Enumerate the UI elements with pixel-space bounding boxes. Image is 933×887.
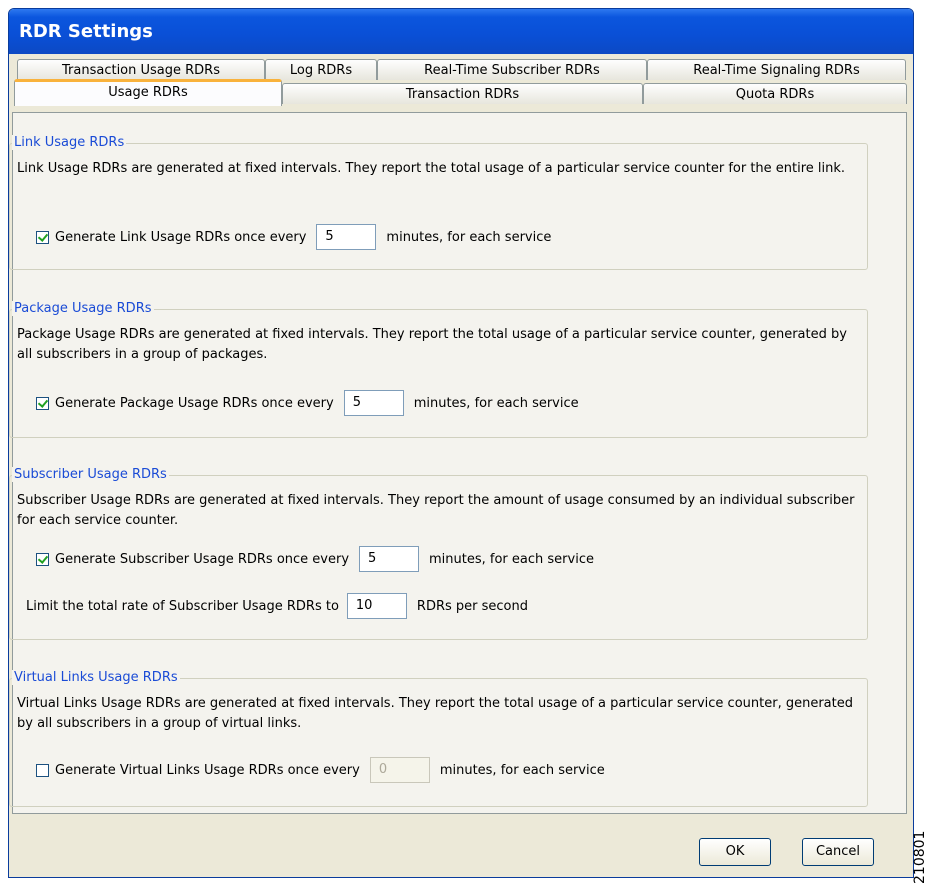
dialog-title: RDR Settings <box>19 21 153 42</box>
cancel-button-label: Cancel <box>815 844 861 859</box>
tab-usage-rdrs[interactable]: Usage RDRs <box>14 79 282 106</box>
package-usage-legend: Package Usage RDRs <box>12 301 154 316</box>
tab-quota-rdrs[interactable]: Quota RDRs <box>643 83 907 104</box>
package-usage-row: Generate Package Usage RDRs once every 5… <box>36 390 579 416</box>
virtual-links-usage-checkbox[interactable] <box>36 763 49 777</box>
dialog-title-bar[interactable]: RDR Settings <box>9 9 913 54</box>
subscriber-usage-checkbox-label[interactable]: Generate Subscriber Usage RDRs once ever… <box>55 552 349 567</box>
virtual-links-usage-row: Generate Virtual Links Usage RDRs once e… <box>36 757 605 783</box>
package-usage-checkbox[interactable] <box>36 396 49 410</box>
link-usage-legend: Link Usage RDRs <box>12 135 127 150</box>
tab-real-time-signaling-rdrs[interactable]: Real-Time Signaling RDRs <box>647 59 906 80</box>
subscriber-rate-label: Limit the total rate of Subscriber Usage… <box>26 598 339 614</box>
link-usage-group: Link Usage RDRs Link Usage RDRs are gene… <box>9 135 868 270</box>
subscriber-usage-suffix: minutes, for each service <box>429 551 594 567</box>
subscriber-rate-input[interactable]: 10 <box>346 593 407 619</box>
tab-strip: Transaction Usage RDRs Log RDRs Real-Tim… <box>9 54 913 114</box>
virtual-links-usage-description: Virtual Links Usage RDRs are generated a… <box>17 696 853 731</box>
subscriber-usage-row: Generate Subscriber Usage RDRs once ever… <box>36 546 594 572</box>
subscriber-rate-suffix: RDRs per second <box>416 598 528 614</box>
subscriber-usage-checkbox[interactable] <box>36 552 49 566</box>
package-usage-interval-input[interactable]: 5 <box>343 390 404 416</box>
subscriber-usage-interval-input[interactable]: 5 <box>359 546 420 572</box>
package-usage-group: Package Usage RDRs Package Usage RDRs ar… <box>9 301 868 438</box>
cancel-button[interactable]: Cancel <box>802 838 874 866</box>
virtual-links-usage-interval-input: 0 <box>369 757 430 783</box>
tab-log-rdrs[interactable]: Log RDRs <box>265 59 377 80</box>
link-usage-interval-input[interactable]: 5 <box>316 224 377 250</box>
usage-rdrs-panel: Link Usage RDRs Link Usage RDRs are gene… <box>9 112 907 814</box>
link-usage-row: Generate Link Usage RDRs once every 5 mi… <box>36 224 551 250</box>
link-usage-suffix: minutes, for each service <box>386 229 552 245</box>
subscriber-rate-row: Limit the total rate of Subscriber Usage… <box>26 593 528 619</box>
package-usage-description: Package Usage RDRs are generated at fixe… <box>17 327 847 362</box>
tab-real-time-subscriber-rdrs[interactable]: Real-Time Subscriber RDRs <box>377 59 647 80</box>
package-usage-suffix: minutes, for each service <box>413 395 579 411</box>
virtual-links-usage-group: Virtual Links Usage RDRs Virtual Links U… <box>9 670 868 807</box>
figure-number: 210801 <box>912 830 928 884</box>
subscriber-usage-description: Subscriber Usage RDRs are generated at f… <box>17 493 855 528</box>
package-usage-checkbox-label[interactable]: Generate Package Usage RDRs once every <box>55 396 334 411</box>
virtual-links-usage-suffix: minutes, for each service <box>439 762 605 778</box>
tab-transaction-rdrs[interactable]: Transaction RDRs <box>282 83 643 104</box>
subscriber-usage-legend: Subscriber Usage RDRs <box>12 467 169 482</box>
link-usage-description: Link Usage RDRs are generated at fixed i… <box>17 161 846 176</box>
rdr-settings-dialog: RDR Settings Transaction Usage RDRs Log … <box>8 8 914 878</box>
link-usage-checkbox-label[interactable]: Generate Link Usage RDRs once every <box>55 230 306 245</box>
ok-button[interactable]: OK <box>699 838 771 866</box>
virtual-links-usage-legend: Virtual Links Usage RDRs <box>12 670 180 685</box>
ok-button-label: OK <box>725 844 745 859</box>
link-usage-checkbox[interactable] <box>36 230 49 244</box>
subscriber-usage-group: Subscriber Usage RDRs Subscriber Usage R… <box>9 467 868 640</box>
virtual-links-usage-checkbox-label[interactable]: Generate Virtual Links Usage RDRs once e… <box>55 763 360 778</box>
tab-transaction-usage-rdrs[interactable]: Transaction Usage RDRs <box>17 59 265 80</box>
